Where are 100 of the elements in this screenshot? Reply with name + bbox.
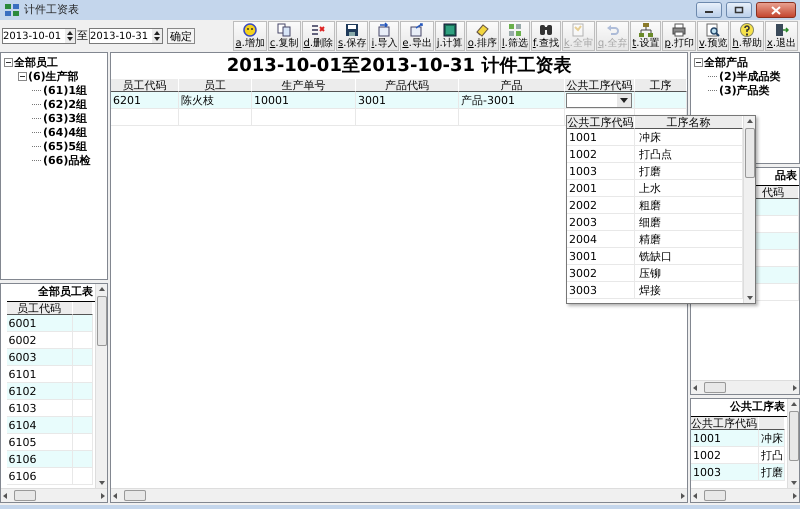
column-header[interactable]: 工序 [635,79,687,92]
document-icon [570,22,586,38]
tree-item[interactable]: (62)2组 [43,96,88,113]
date-field[interactable]: 2013-10-01 [2,28,76,44]
tree-item[interactable]: (3)产品类 [719,82,770,99]
toolbar-button[interactable]: c.复制 [268,21,300,51]
toolbar-button[interactable]: v.预览 [697,21,730,51]
table-cell: 产品-3001 [459,92,565,109]
confirm-button[interactable]: 确定 [166,28,195,44]
calculator-icon [442,22,458,38]
combo-box[interactable] [566,93,632,108]
date-separator: 至 [77,28,88,44]
window-title: 计件工资表 [24,2,79,18]
table-cell: 6104 [6,416,72,434]
toolbar-button[interactable]: a.增加 [233,21,267,51]
column-header[interactable]: 公共工序代码 [567,116,635,129]
tree-item[interactable]: (63)3组 [43,110,88,127]
toolbar-button[interactable]: h.帮助 [730,21,764,51]
toolbar-button[interactable]: i.导入 [369,21,400,51]
printer-icon [671,22,688,38]
column-header [759,416,785,430]
collapse-icon[interactable] [694,58,703,68]
close-icon [771,6,781,14]
column-header[interactable]: 生产单号 [252,79,356,92]
table-cell: 6106 [6,468,72,484]
horizontal-scrollbar[interactable] [1,488,107,502]
toolbar-button[interactable]: l.筛选 [500,21,530,51]
date-field[interactable]: 2013-10-31 [89,28,163,44]
list-cell[interactable]: 2003 [567,214,635,231]
horizontal-scrollbar[interactable] [691,380,799,394]
scroll-thumb[interactable] [96,296,106,346]
undo-icon [604,22,621,38]
column-header[interactable]: 员工代码 [111,79,179,92]
table-cell: 6001 [6,314,72,332]
list-cell[interactable]: 1001 [567,129,635,146]
toolbar-button[interactable]: j.计算 [434,21,465,51]
maximize-button[interactable] [726,2,752,18]
tree-item[interactable]: (64)4组 [43,124,88,141]
tree-item[interactable]: (6)生产部 [28,68,79,85]
scroll-thumb[interactable] [744,128,754,178]
table-cell [111,109,179,126]
table-cell: 3001 [356,92,459,109]
scroll-thumb[interactable] [124,490,146,501]
table-cell: 1001 [691,430,759,446]
toolbar-button[interactable]: d.删除 [302,21,336,51]
list-cell[interactable]: 1003 [567,163,635,180]
scroll-thumb[interactable] [704,490,726,501]
spinner-icon[interactable] [152,29,162,43]
eraser-icon [474,22,490,38]
scroll-thumb[interactable] [14,490,36,501]
tree-item[interactable]: 全部产品 [704,54,748,71]
close-button[interactable] [756,2,796,18]
column-header[interactable]: 员工 [179,79,252,92]
column-header[interactable]: 工序名称 [635,116,743,129]
toolbar-button[interactable]: s.保存 [336,21,368,51]
tree-item[interactable]: 全部员工 [14,54,58,71]
list-cell[interactable]: 1002 [567,146,635,163]
toolbar-button[interactable]: p.打印 [662,21,696,51]
vertical-scrollbar[interactable] [787,399,799,488]
column-header[interactable]: 产品 [459,79,565,92]
vertical-scrollbar[interactable] [95,284,107,488]
list-cell[interactable]: 3001 [567,248,635,265]
table-cell: 陈火枝 [179,92,252,109]
minimize-button[interactable] [696,2,722,18]
collapse-icon[interactable] [4,58,13,68]
dropdown-arrow-icon[interactable] [620,98,628,103]
vertical-scrollbar[interactable] [743,116,755,303]
toolbar-button[interactable]: x.退出 [764,21,798,51]
toolbar-button[interactable]: e.导出 [400,21,434,51]
table-cell: 6102 [6,382,72,400]
collapse-icon[interactable] [18,72,27,82]
tree-item[interactable]: (65)5组 [43,138,88,155]
table-cell: 6201 [111,92,179,109]
grid-icon [506,22,523,38]
toolbar-button[interactable]: f.查找 [530,21,561,51]
tree-item[interactable]: (2)半成品类 [719,68,781,85]
table-cell: 10001 [252,92,356,109]
column-header[interactable]: 员工代码 [6,302,72,314]
spinner-icon[interactable] [65,29,75,43]
column-header[interactable]: 产品代码 [356,79,459,92]
column-header[interactable]: 公共工序代码 [691,416,759,430]
maximize-icon [734,6,744,14]
tree-item[interactable]: (61)1组 [43,82,88,99]
scroll-thumb[interactable] [788,411,798,461]
toolbar-button[interactable]: o.排序 [466,21,499,51]
list-cell[interactable]: 2002 [567,197,635,214]
list-cell[interactable]: 2004 [567,231,635,248]
list-cell[interactable]: 3002 [567,265,635,282]
scroll-thumb[interactable] [704,382,726,393]
table-cell: 打磨 [759,464,785,480]
horizontal-scrollbar[interactable] [111,488,687,502]
table-cell: 冲床 [759,430,785,446]
toolbar-button[interactable]: t.设置 [630,21,662,51]
column-header[interactable]: 公共工序代码 [565,79,635,92]
exit-icon [773,22,790,38]
list-cell[interactable]: 3003 [567,282,635,299]
horizontal-scrollbar[interactable] [691,488,799,502]
tree-item[interactable]: (66)品检 [43,152,90,169]
smiley-icon [242,22,258,38]
list-cell[interactable]: 2001 [567,180,635,197]
